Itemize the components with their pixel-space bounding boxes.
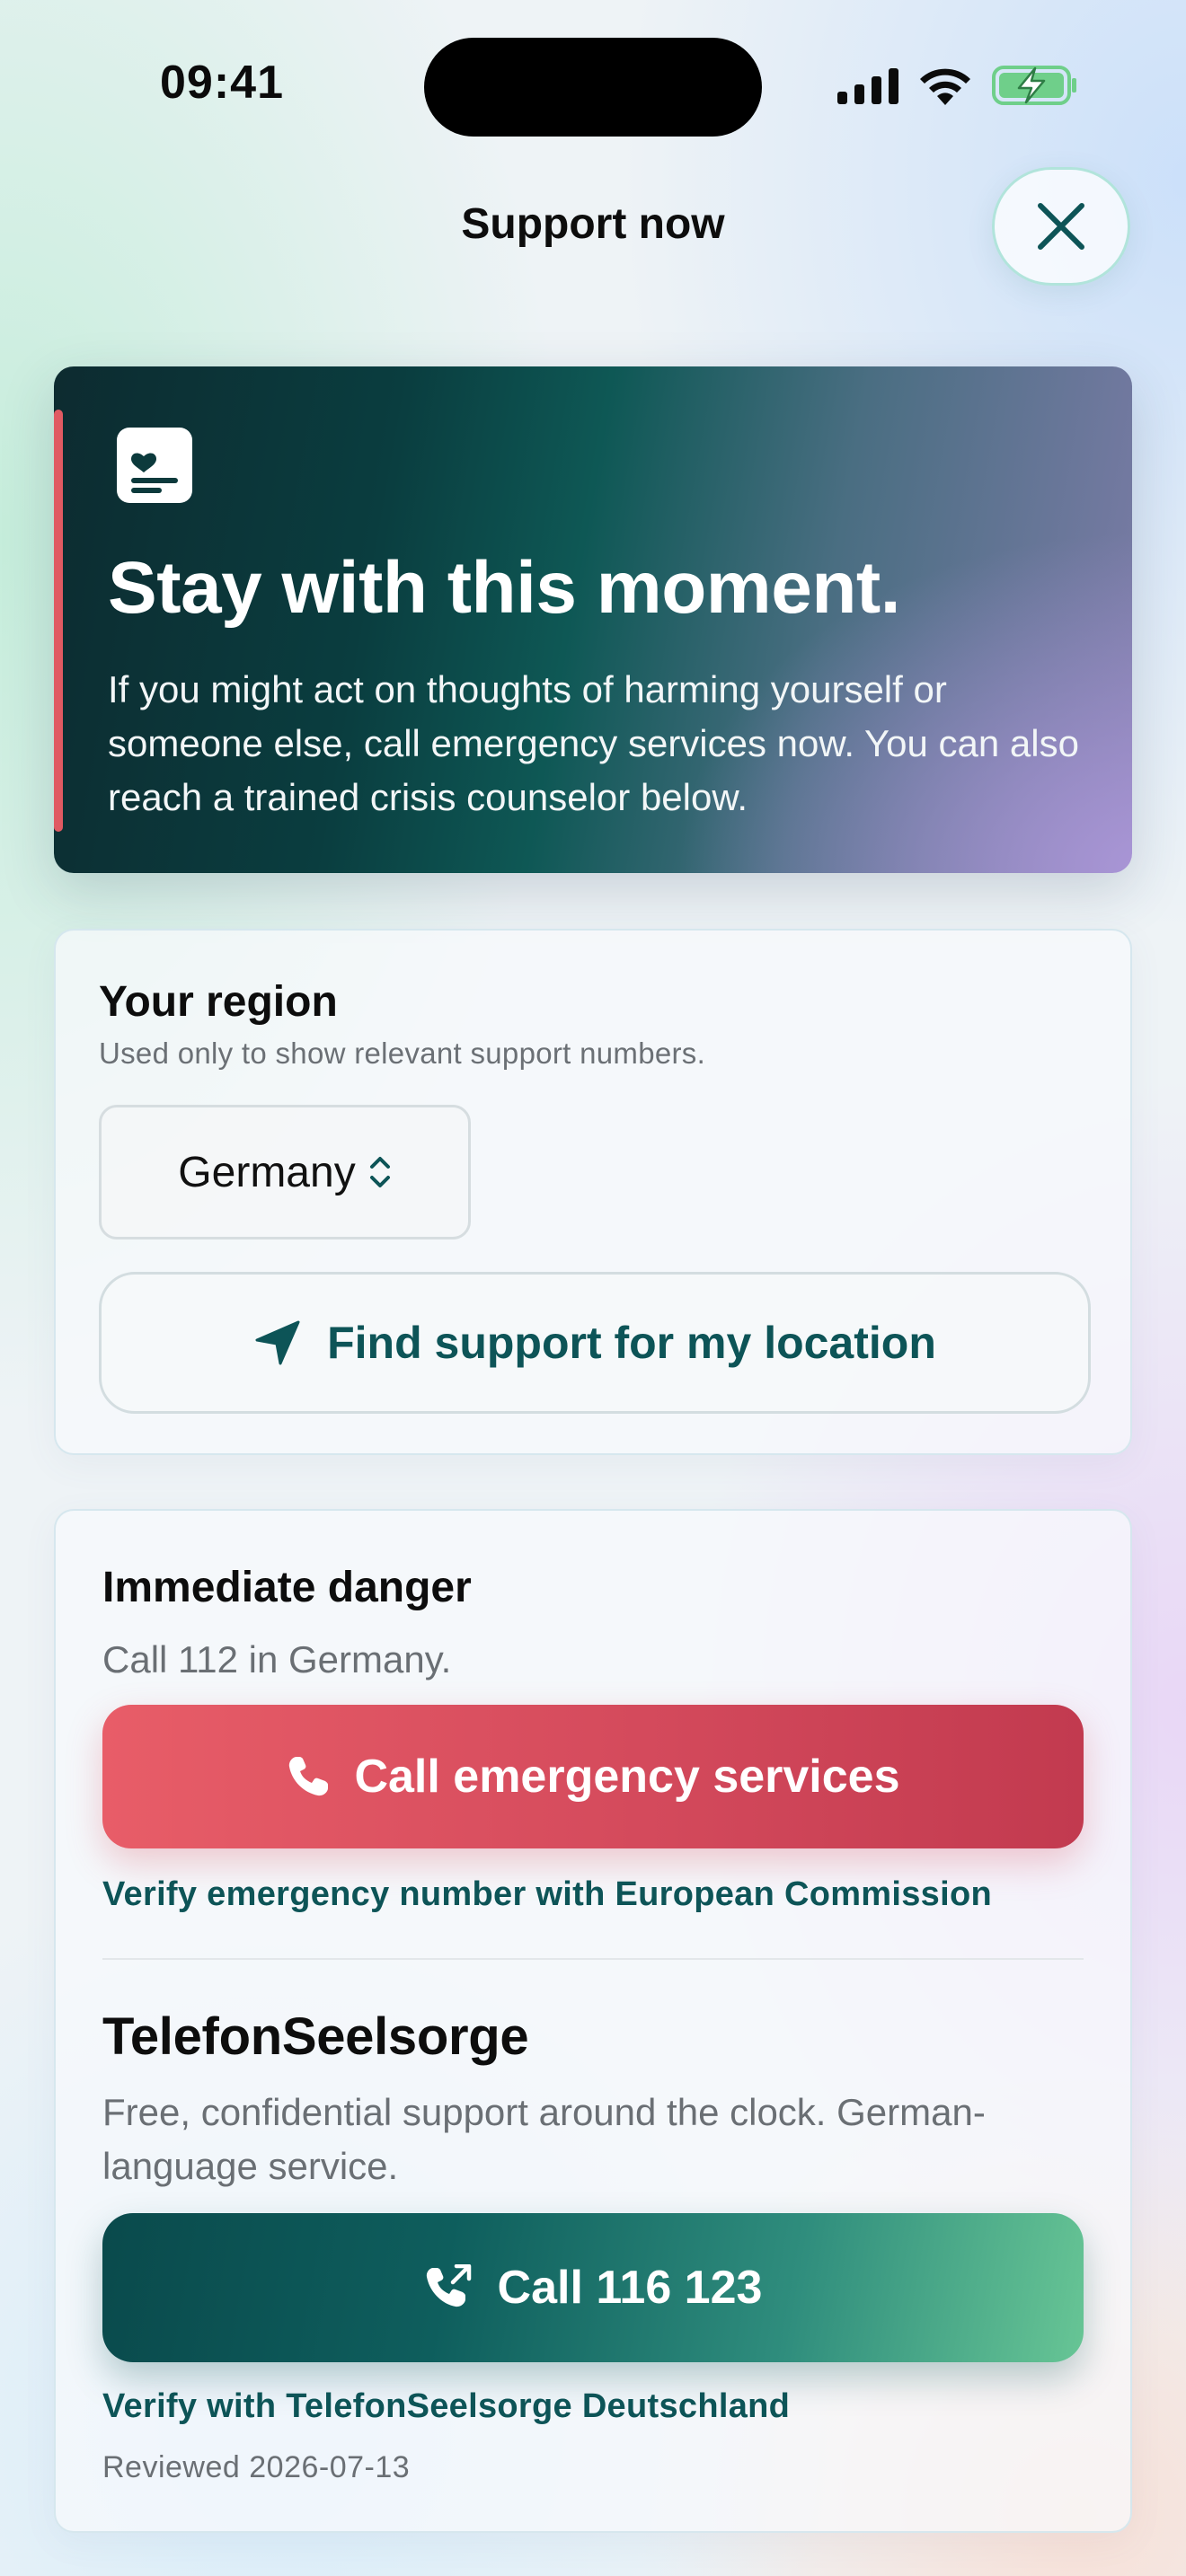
immediate-danger-title: Immediate danger: [102, 1564, 472, 1611]
hero-title: Stay with this moment.: [108, 547, 901, 629]
find-support-location-button[interactable]: Find support for my location: [99, 1272, 1091, 1414]
hero-body: If you might act on thoughts of harming …: [108, 668, 1079, 818]
call-helpline-label: Call 116 123: [497, 2262, 763, 2314]
close-button[interactable]: [992, 167, 1130, 286]
close-icon: [1038, 203, 1084, 250]
phone-icon: [289, 1757, 329, 1796]
region-card: Your region Used only to show relevant s…: [54, 929, 1132, 1455]
helpline-description: Free, confidential support around the cl…: [102, 2091, 986, 2187]
hero-accent-stripe: [54, 410, 63, 832]
heart-document-icon: [117, 428, 192, 503]
verify-helpline-link[interactable]: Verify with TelefonSeelsorge Deutschland: [102, 2387, 790, 2426]
phone-outgoing-icon: [426, 2264, 471, 2307]
wifi-icon: [920, 68, 970, 105]
call-emergency-button[interactable]: Call emergency services: [102, 1705, 1084, 1848]
section-divider: [102, 1958, 1084, 1960]
dynamic-island: [424, 38, 762, 137]
location-arrow-icon: [255, 1320, 300, 1365]
immediate-danger-subtitle: Call 112 in Germany.: [102, 1638, 452, 1681]
support-options-card: Immediate danger Call 112 in Germany. Ca…: [54, 1509, 1132, 2533]
verify-emergency-link[interactable]: Verify emergency number with European Co…: [102, 1875, 992, 1914]
chevron-up-down-icon: [369, 1157, 390, 1187]
cellular-signal-icon: [837, 68, 898, 104]
region-subtitle: Used only to show relevant support numbe…: [99, 1037, 706, 1070]
region-title: Your region: [99, 978, 338, 1026]
call-emergency-label: Call emergency services: [354, 1751, 900, 1803]
country-select[interactable]: Germany: [99, 1105, 471, 1239]
call-helpline-button[interactable]: Call 116 123: [102, 2213, 1084, 2362]
hero-card: Stay with this moment. If you might act …: [54, 366, 1132, 873]
helpline-name: TelefonSeelsorge: [102, 2007, 529, 2066]
find-support-label: Find support for my location: [327, 1318, 936, 1368]
battery-charging-icon: [992, 66, 1076, 105]
reviewed-date: Reviewed 2026-07-13: [102, 2450, 411, 2484]
status-time: 09:41: [160, 57, 284, 109]
status-icons: [837, 65, 1078, 106]
country-select-value: Germany: [178, 1148, 356, 1196]
